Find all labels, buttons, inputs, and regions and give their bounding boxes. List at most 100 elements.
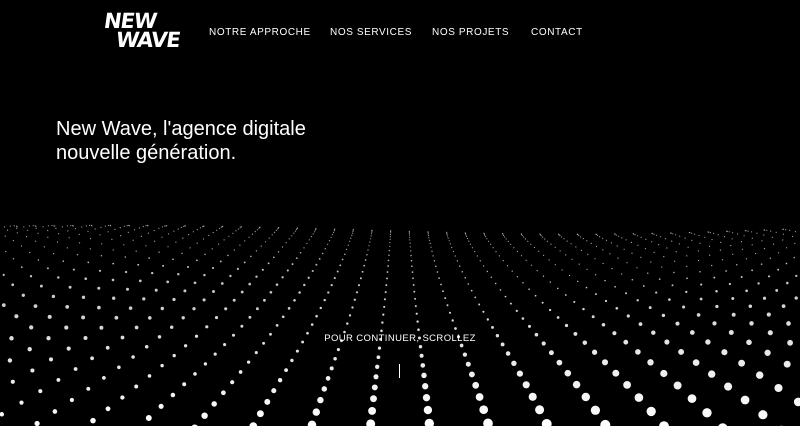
- particle-dot: [602, 237, 604, 239]
- particle-dot: [541, 301, 544, 304]
- particle-dot: [513, 247, 515, 249]
- particle-dot: [73, 367, 78, 371]
- particle-dot: [219, 260, 222, 263]
- particle-dot: [90, 356, 94, 361]
- particle-dot: [482, 265, 485, 267]
- nav-link-notre-approche[interactable]: NOTRE APPROCHE: [209, 27, 311, 38]
- particle-dot: [158, 403, 164, 409]
- particle-dot: [214, 316, 219, 320]
- particle-dot: [689, 232, 691, 234]
- particle-dot: [317, 396, 324, 404]
- particle-dot: [12, 258, 15, 260]
- particle-dot: [415, 312, 418, 315]
- particle-dot: [431, 250, 433, 252]
- particle-dot: [479, 260, 481, 262]
- particle-dot: [275, 283, 279, 286]
- particle-dot: [56, 241, 59, 243]
- particle-dot: [762, 296, 767, 300]
- particle-dot: [87, 261, 90, 264]
- particle-dot: [142, 297, 146, 301]
- particle-dot: [611, 268, 613, 270]
- particle-dot: [81, 295, 86, 299]
- particle-dot: [218, 243, 220, 245]
- particle-dot: [135, 250, 137, 252]
- particle-dot: [70, 224, 72, 227]
- particle-dot: [290, 358, 294, 363]
- particle-dot: [699, 297, 703, 301]
- particle-dot: [633, 233, 635, 235]
- particle-dot: [440, 283, 442, 286]
- hero-headline-line-2: nouvelle génération.: [56, 142, 237, 164]
- particle-dot: [436, 271, 439, 273]
- particle-dot: [548, 308, 552, 312]
- particle-dot: [254, 351, 258, 355]
- particle-dot: [559, 235, 561, 237]
- particle-dot: [271, 234, 273, 236]
- particle-dot: [708, 370, 716, 378]
- nav-link-contact[interactable]: CONTACT: [531, 27, 583, 38]
- particle-dot: [447, 237, 449, 239]
- particle-dot: [183, 289, 187, 293]
- particle-dot: [333, 229, 336, 231]
- particle-dot: [306, 242, 308, 245]
- particle-dot: [16, 227, 18, 229]
- particle-dot: [581, 392, 590, 402]
- particle-dot: [357, 284, 361, 287]
- particle-dot: [212, 231, 214, 234]
- particle-dot: [566, 240, 568, 242]
- particle-dot: [381, 321, 384, 324]
- particle-dot: [347, 244, 349, 246]
- particle-dot: [389, 245, 391, 247]
- particle-dot: [522, 381, 530, 389]
- particle-dot: [659, 236, 662, 238]
- particle-dot: [615, 306, 619, 310]
- particle-dot: [67, 230, 69, 232]
- particle-dot: [724, 382, 733, 391]
- particle-dot: [120, 235, 122, 237]
- particle-dot: [161, 226, 163, 228]
- particle-dot: [239, 227, 241, 229]
- particle-dot: [239, 244, 241, 246]
- particle-dot: [182, 237, 184, 239]
- particle-dot: [333, 277, 336, 280]
- particle-dot: [546, 240, 549, 242]
- particle-dot: [747, 230, 749, 232]
- particle-dot: [243, 261, 246, 264]
- particle-dot: [548, 350, 554, 356]
- particle-dot: [511, 270, 513, 272]
- particle-dot: [16, 232, 18, 234]
- particle-dot: [196, 242, 198, 244]
- particle-dot: [471, 247, 473, 249]
- particle-dot: [715, 290, 718, 293]
- nav-link-nos-services[interactable]: NOS SERVICES: [330, 27, 412, 38]
- particle-dot: [720, 241, 722, 243]
- particle-dot: [107, 224, 109, 227]
- particle-dot: [646, 406, 656, 417]
- particle-dot: [112, 262, 115, 265]
- particle-dot: [100, 255, 103, 257]
- particle-dot: [502, 234, 505, 236]
- scroll-prompt[interactable]: POUR CONTINUER, SCROLLEZ: [0, 333, 800, 344]
- particle-dot: [383, 305, 386, 308]
- particle-dot: [438, 277, 440, 279]
- particle-dot: [663, 256, 665, 258]
- particle-dot: [694, 233, 696, 235]
- particle-dot: [329, 366, 334, 371]
- particle-dot: [315, 263, 318, 266]
- particle-dot: [6, 229, 9, 231]
- particle-dot: [51, 224, 53, 227]
- particle-dot: [86, 386, 91, 391]
- particle-dot: [726, 230, 728, 232]
- particle-dot: [268, 237, 270, 239]
- particle-dot: [339, 264, 342, 267]
- particle-dot: [755, 252, 757, 255]
- particle-dot: [318, 258, 321, 260]
- particle-dot: [66, 247, 68, 249]
- particle-dot: [578, 263, 580, 265]
- particle-dot: [556, 316, 560, 319]
- nav-link-nos-projets[interactable]: NOS PROJETS: [432, 27, 509, 38]
- particle-dot: [785, 229, 787, 231]
- particle-dot: [336, 270, 339, 273]
- particle-dot: [295, 228, 298, 231]
- particle-dot: [227, 254, 229, 257]
